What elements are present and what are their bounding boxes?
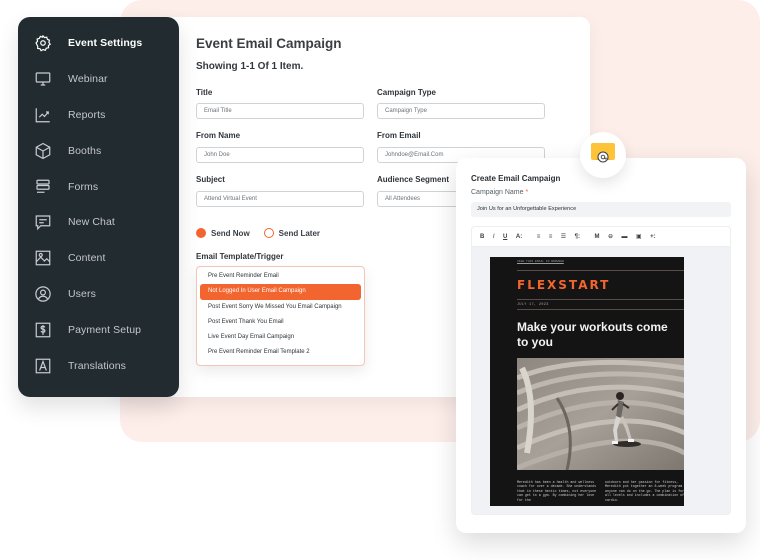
email-card-title: Create Email Campaign: [471, 174, 561, 183]
image-insert-icon[interactable]: ▣: [636, 233, 642, 240]
send-later-label[interactable]: Send Later: [279, 229, 320, 238]
results-summary: Showing 1-1 Of 1 Item.: [196, 61, 304, 72]
title-label: Title: [196, 88, 213, 97]
sidebar-item-reports[interactable]: Reports: [18, 97, 179, 133]
template-option[interactable]: Pre Event Reminder Email: [200, 269, 361, 284]
sidebar-item-forms[interactable]: Forms: [18, 169, 179, 205]
divider: [517, 309, 684, 310]
sidebar-item-new-chat[interactable]: New Chat: [18, 204, 179, 240]
send-now-label[interactable]: Send Now: [211, 229, 250, 238]
sidebar-item-users[interactable]: Users: [18, 276, 179, 312]
required-mark: *: [525, 189, 529, 196]
template-option[interactable]: Pre Event Reminder Email Template 2: [200, 345, 361, 360]
audience-segment-label: Audience Segment: [377, 175, 450, 184]
italic-button[interactable]: I: [493, 234, 495, 240]
monitor-icon: [34, 70, 52, 88]
send-later-radio[interactable]: [263, 228, 274, 238]
user-icon: [34, 285, 52, 303]
campaign-name-label: Campaign Name *: [471, 189, 528, 196]
sidebar-item-label: Translations: [68, 359, 127, 372]
forms-icon: [34, 178, 52, 196]
template-option-selected[interactable]: Not Logged In User Email Campaign: [200, 284, 361, 300]
view-in-browser-link[interactable]: VIEW THIS EMAIL IN BROWSER: [517, 260, 564, 263]
subject-label: Subject: [196, 175, 225, 184]
gear-icon: [34, 34, 52, 52]
paragraph-icon[interactable]: ¶:: [575, 234, 580, 240]
campaign-name-input[interactable]: Join Us for an Unforgettable Experience: [471, 202, 731, 217]
email-badge: [580, 132, 626, 178]
editor-toolbar: B I U A: ≡ ≡ ☰ ¶: M ⊖ ▬ ▣ +:: [472, 227, 730, 247]
send-now-radio[interactable]: [196, 228, 206, 238]
sidebar-item-content[interactable]: Content: [18, 240, 179, 276]
send-options: Send Now Send Later: [196, 228, 334, 238]
campaign-name-label-text: Campaign Name: [471, 189, 524, 196]
sidebar-item-label: Booths: [68, 144, 102, 157]
more-icon[interactable]: +:: [650, 234, 656, 240]
divider: [517, 299, 684, 300]
folder-icon[interactable]: ▬: [622, 234, 628, 240]
image-icon: [34, 249, 52, 267]
template-label: Email Template/Trigger: [196, 252, 284, 261]
sidebar-item-label: Content: [68, 252, 106, 265]
box-icon: [34, 142, 52, 160]
sidebar-item-label: Event Settings: [68, 36, 143, 49]
from-name-input[interactable]: John Doe: [196, 147, 364, 163]
align-center-icon[interactable]: ≡: [549, 234, 553, 240]
dollar-icon: [34, 321, 52, 339]
font-size-button[interactable]: A:: [516, 234, 522, 240]
divider: [517, 270, 684, 271]
sidebar: Event Settings Webinar Reports Booths Fo…: [18, 17, 179, 397]
chart-icon: [34, 106, 52, 124]
chat-icon: [34, 213, 52, 231]
email-headline: Make your workouts come to you: [517, 320, 668, 349]
align-left-icon[interactable]: ≡: [537, 234, 541, 240]
list-icon[interactable]: ☰: [561, 233, 566, 240]
email-date: JULY 17, 2023: [517, 303, 549, 307]
sidebar-item-payment-setup[interactable]: Payment Setup: [18, 312, 179, 348]
underline-button[interactable]: U: [503, 234, 507, 240]
email-body-right: outdoors and her passion for fitness, Me…: [605, 480, 684, 502]
sidebar-item-event-settings[interactable]: Event Settings: [18, 25, 179, 61]
bold-button[interactable]: B: [480, 234, 484, 240]
translate-icon: [34, 357, 52, 375]
template-dropdown[interactable]: Pre Event Reminder Email Not Logged In U…: [196, 266, 365, 366]
from-email-label: From Email: [377, 131, 421, 140]
sidebar-item-label: Reports: [68, 108, 106, 121]
runner-photo: [517, 358, 684, 470]
template-option[interactable]: Post Event Sorry We Missed You Email Cam…: [200, 300, 361, 315]
template-option[interactable]: Live Event Day Email Campaign: [200, 330, 361, 345]
sidebar-item-label: Users: [68, 288, 96, 301]
title-input[interactable]: Email Title: [196, 103, 364, 119]
sidebar-item-label: Forms: [68, 180, 99, 193]
page-title: Event Email Campaign: [196, 36, 342, 51]
markdown-icon[interactable]: M: [594, 234, 599, 240]
campaign-type-input[interactable]: Campaign Type: [377, 103, 545, 119]
from-name-label: From Name: [196, 131, 241, 140]
sidebar-item-webinar[interactable]: Webinar: [18, 61, 179, 97]
sidebar-item-label: Payment Setup: [68, 324, 142, 337]
email-preview: VIEW THIS EMAIL IN BROWSER FLEXSTART JUL…: [490, 257, 684, 506]
brand-logo: FLEXSTART: [517, 278, 611, 292]
link-icon[interactable]: ⊖: [608, 233, 613, 240]
campaign-type-label: Campaign Type: [377, 88, 436, 97]
subject-input[interactable]: Attend Virtual Event: [196, 191, 364, 207]
email-body-left: Meredith has been a health and wellness …: [517, 480, 597, 502]
sidebar-item-translations[interactable]: Translations: [18, 348, 179, 384]
sidebar-item-label: Webinar: [68, 72, 108, 85]
template-option[interactable]: Post Event Thank You Email: [200, 315, 361, 330]
sidebar-item-label: New Chat: [68, 216, 115, 229]
envelope-at-icon: [590, 142, 616, 169]
sidebar-item-booths[interactable]: Booths: [18, 133, 179, 169]
